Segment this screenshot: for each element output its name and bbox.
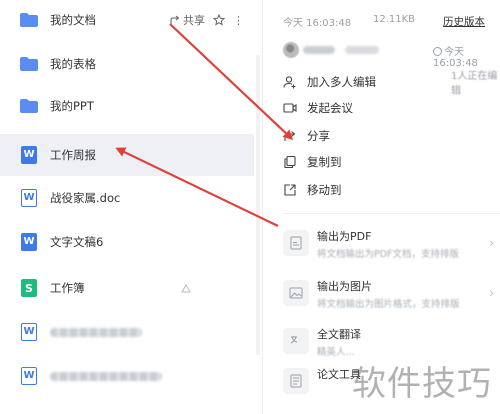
file-size: 12.11KB [373, 14, 416, 25]
writer-doc-outline-icon: W [20, 323, 38, 341]
file-row-work-weekly-report[interactable]: W 工作周报 [0, 134, 254, 176]
clock-icon [433, 47, 442, 56]
export-description: 精英人... [317, 347, 355, 358]
pdf-icon [283, 230, 309, 256]
file-row-blurred[interactable]: W [0, 312, 254, 352]
editing-count: 1人正在编辑 [451, 71, 498, 97]
menu-move-to[interactable]: 移动到 [283, 178, 342, 202]
chevron-right-icon: › [489, 236, 494, 250]
file-name: 战役家属.doc [50, 191, 121, 205]
image-icon [283, 280, 309, 306]
export-description: 将文档输出为PDF文档，支持排版 [317, 249, 460, 260]
folder-icon [20, 97, 38, 115]
divider [283, 213, 500, 214]
row-actions: 共享 ⋮ [169, 12, 244, 28]
blurred-file-name [50, 371, 162, 381]
writer-doc-icon: W [20, 233, 38, 251]
file-row-text-doc-6[interactable]: W 文字文稿6 [0, 222, 254, 262]
created-time: 今天 16:03:48 [433, 47, 478, 69]
menu-label: 发起会议 [307, 101, 353, 115]
export-title: 全文翻译 [317, 328, 361, 341]
share-icon[interactable] [180, 282, 192, 294]
menu-label: 分享 [307, 129, 330, 143]
watermark: 软件技巧 [352, 364, 492, 404]
scrollbar[interactable] [256, 55, 260, 355]
file-row-doc[interactable]: W 战役家属.doc [0, 178, 254, 218]
file-detail-panel: 今天 16:03:48 12.11KB 历史版本 今天 16:03:48 加入多… [262, 0, 500, 414]
chevron-right-icon: › [489, 286, 494, 300]
export-description: 将文档输出为图片格式，支持排版 [317, 299, 460, 310]
avatar [283, 42, 299, 58]
menu-label: 复制到 [307, 155, 342, 169]
writer-doc-outline-icon: W [20, 189, 38, 207]
blurred-user-name [303, 46, 335, 54]
paper-tool-icon [283, 368, 309, 394]
move-icon [284, 184, 296, 196]
user-action [345, 46, 379, 54]
spreadsheet-icon: S [20, 279, 38, 297]
menu-label: 移动到 [307, 183, 342, 197]
export-title: 输出为PDF [317, 230, 372, 243]
menu-share[interactable]: 分享 [283, 124, 330, 148]
video-meeting-icon [283, 103, 297, 113]
writer-doc-icon: W [20, 146, 38, 164]
creator-info: 今天 16:03:48 [283, 40, 500, 69]
file-row-my-ppt[interactable]: 我的PPT [0, 86, 254, 126]
modified-time: 今天 16:03:48 [283, 18, 352, 29]
translate-icon [283, 328, 309, 354]
star-icon[interactable] [213, 14, 225, 26]
folder-icon [20, 11, 38, 29]
file-row-blurred[interactable]: W [0, 356, 254, 396]
file-row-my-documents[interactable]: 我的文档 共享 ⋮ [0, 0, 254, 40]
copy-icon [284, 155, 296, 169]
menu-add-collaborators[interactable]: 加入多人编辑 1人正在编辑 [283, 70, 500, 97]
menu-label: 加入多人编辑 [307, 75, 376, 89]
file-meta: 今天 16:03:48 12.11KB 历史版本 [283, 14, 500, 29]
share-icon [170, 15, 180, 24]
file-row-workbook[interactable]: S 工作簿 [0, 268, 254, 308]
file-name: 文字文稿6 [50, 235, 104, 249]
file-name: 我的表格 [50, 57, 96, 71]
folder-icon [20, 55, 38, 73]
add-user-icon [283, 76, 296, 89]
menu-start-meeting[interactable]: 发起会议 [283, 96, 353, 120]
export-pdf[interactable]: 输出为PDF 将文档输出为PDF文档，支持排版 › [283, 224, 500, 268]
file-list-panel: 我的文档 共享 ⋮ 我的表格 我的PPT W 工作周报 W 战役家属.doc W… [0, 0, 262, 414]
blurred-file-name [50, 327, 142, 337]
writer-doc-outline-icon: W [20, 367, 38, 385]
file-name: 我的文档 [50, 13, 96, 27]
file-name: 工作簿 [50, 281, 85, 295]
file-row-my-sheets[interactable]: 我的表格 [0, 44, 254, 84]
export-title: 输出为图片 [317, 280, 372, 293]
export-image[interactable]: 输出为图片 将文档输出为图片格式，支持排版 › [283, 274, 500, 318]
share-label: 共享 [183, 14, 205, 27]
menu-copy-to[interactable]: 复制到 [283, 150, 342, 174]
file-name: 我的PPT [50, 99, 94, 113]
more-icon[interactable]: ⋮ [233, 14, 244, 27]
share-button[interactable]: 共享 [169, 12, 205, 28]
share-icon [284, 131, 296, 141]
history-versions-link[interactable]: 历史版本 [443, 14, 485, 29]
file-name: 工作周报 [50, 148, 96, 162]
